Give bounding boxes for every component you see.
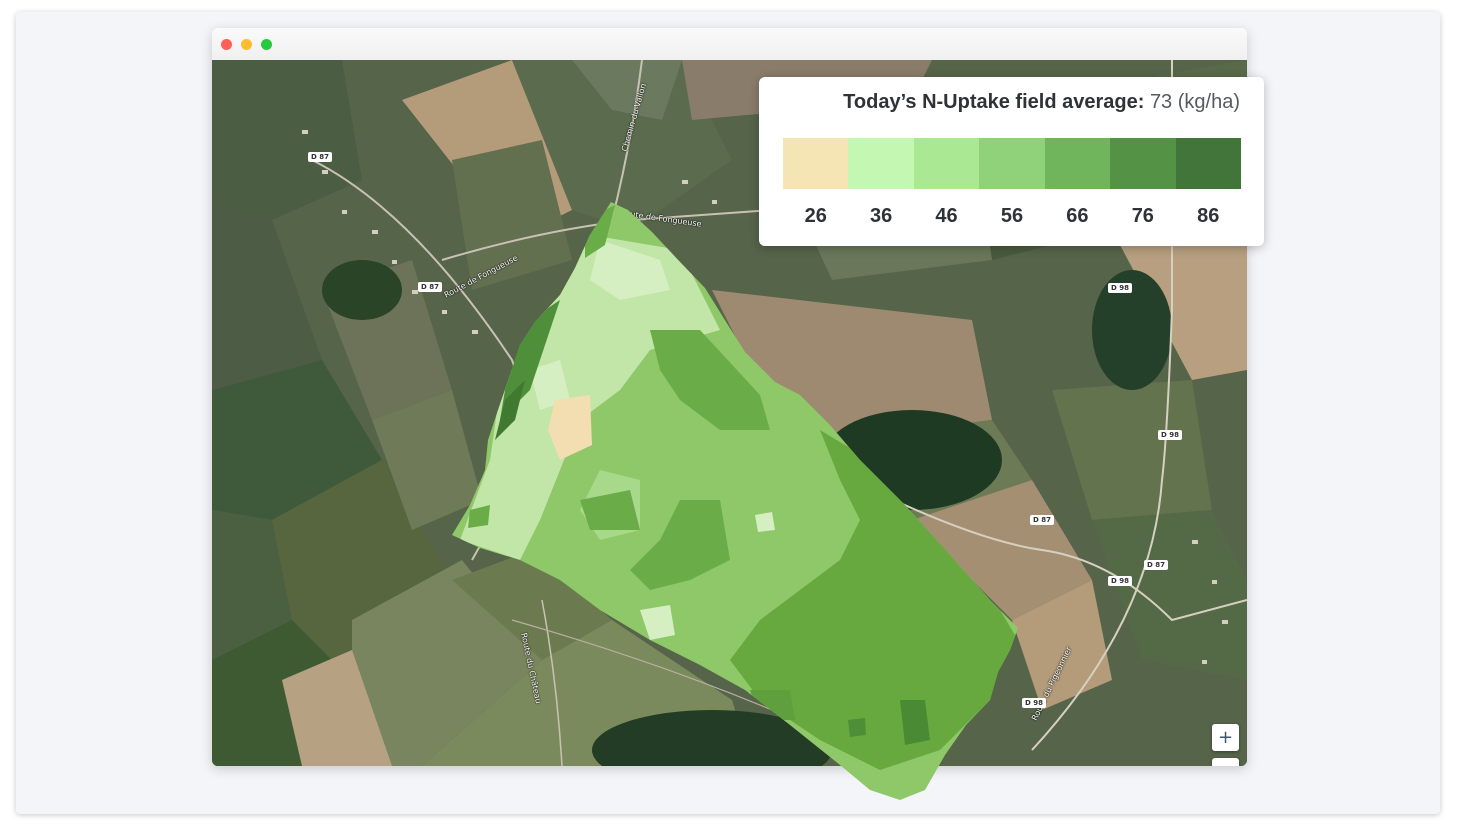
legend-swatch [1175,138,1241,189]
minimize-window-button[interactable] [241,39,252,50]
legend-swatch [1110,138,1176,189]
road-badge: D 98 [1022,698,1046,708]
legend-swatch [1044,138,1111,189]
road-badge: D 98 [1108,283,1132,293]
legend-tick-label: 86 [1197,205,1220,227]
road-badge: D 87 [1144,560,1168,570]
legend-tick-labels: 26 36 46 56 66 76 86 [783,205,1241,231]
field-average-unit: (kg/ha) [1177,91,1240,113]
zoom-out-button[interactable]: − [1212,758,1239,766]
legend-tick-label: 26 [804,205,827,227]
road-badge: D 87 [418,282,442,292]
legend-tick-label: 36 [870,205,893,227]
legend-title-label: Today’s N-Uptake field average: [843,91,1145,113]
legend-swatch [913,138,980,189]
legend-swatch [979,138,1045,189]
legend-swatch [783,138,849,189]
road-badge: D 98 [1108,576,1132,586]
legend-tick-label: 66 [1066,205,1089,227]
legend-tick-label: 76 [1131,205,1154,227]
n-uptake-legend: Today’s N-Uptake field average: 73 (kg/h… [759,77,1264,246]
zoom-in-button[interactable]: + [1212,724,1239,751]
legend-tick-label: 56 [1000,205,1024,227]
legend-title: Today’s N-Uptake field average: 73 (kg/h… [843,91,1240,114]
road-badge: D 87 [1030,515,1054,525]
maximize-window-button[interactable] [261,39,272,50]
window-titlebar [212,28,1247,61]
legend-color-scale [783,138,1241,189]
legend-swatch [848,138,914,189]
field-average-value: 73 [1149,91,1173,113]
road-badge: D 98 [1158,430,1182,440]
road-badge: D 87 [308,152,332,162]
close-window-button[interactable] [221,39,232,50]
legend-tick-label: 46 [935,205,958,227]
